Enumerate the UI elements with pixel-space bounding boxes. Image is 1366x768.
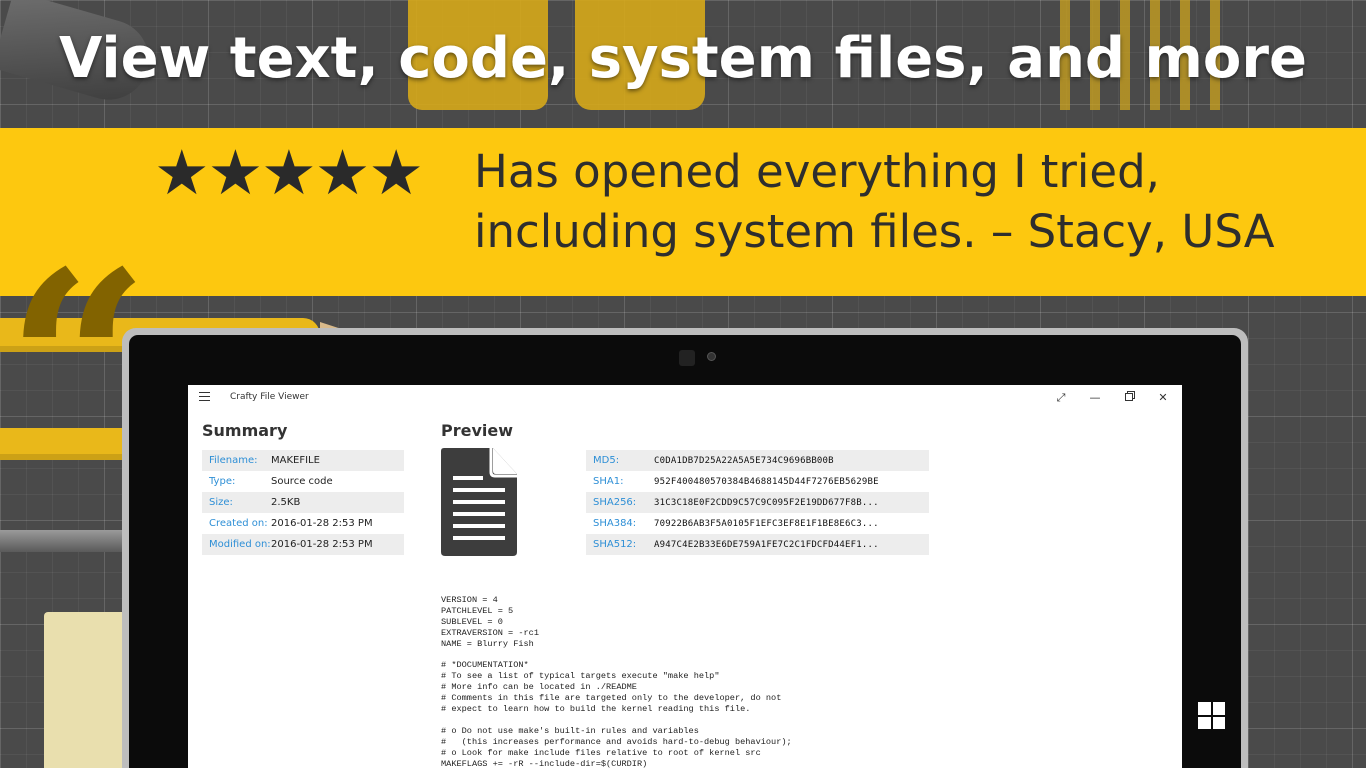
hash-value[interactable]: 952F400480570384B4688145D44F7276EB5629BE — [654, 477, 879, 487]
hash-row: SHA512: A947C4E2B33E6DE759A1FE7C2C1FDCFD… — [586, 534, 929, 555]
summary-row: Modified on: 2016-01-28 2:53 PM — [202, 534, 404, 555]
hash-key: MD5: — [593, 455, 620, 466]
hash-value[interactable]: 70922B6AB3F5A0105F1EFC3EF8E1F1BE8E6C3... — [654, 519, 879, 529]
summary-key: Size: — [209, 497, 233, 508]
code-line: SUBLEVEL = 0 — [441, 616, 503, 627]
code-line: # (this increases performance and avoids… — [441, 736, 792, 747]
summary-row: Created on: 2016-01-28 2:53 PM — [202, 513, 404, 534]
pen-decoration — [0, 530, 130, 552]
sensor-icon — [707, 352, 716, 361]
code-line: EXTRAVERSION = -rc1 — [441, 627, 539, 638]
hash-row: SHA256: 31C3C18E0F2CDD9C57C9C095F2E19DD6… — [586, 492, 929, 513]
restore-button[interactable] — [1119, 389, 1139, 407]
hash-row: MD5: C0DA1DB7D25A22A5A5E734C9696BB00B — [586, 450, 929, 471]
summary-row: Size: 2.5KB — [202, 492, 404, 513]
hash-row: SHA1: 952F400480570384B4688145D44F7276EB… — [586, 471, 929, 492]
review-quote: Has opened everything I tried, including… — [474, 145, 1275, 258]
camera-icon — [679, 350, 695, 366]
code-line: PATCHLEVEL = 5 — [441, 605, 514, 616]
app-window: Crafty File Viewer ⤢ — ✕ Summary Preview… — [188, 385, 1182, 768]
hash-table: MD5: C0DA1DB7D25A22A5A5E734C9696BB00B SH… — [586, 450, 929, 555]
code-line: # expect to learn how to build the kerne… — [441, 704, 751, 715]
summary-key: Created on: — [209, 518, 268, 529]
headline: View text, code, system files, and more — [59, 26, 1307, 91]
summary-heading: Summary — [202, 421, 288, 440]
code-line: # o Do not use make's built-in rules and… — [441, 725, 699, 736]
close-button[interactable]: ✕ — [1153, 389, 1173, 407]
summary-value: 2.5KB — [271, 497, 301, 508]
hash-value[interactable]: 31C3C18E0F2CDD9C57C9C095F2E19DD677F8B... — [654, 498, 879, 508]
review-banner: “ ★★★★★ Has opened everything I tried, i… — [0, 128, 1366, 488]
code-line: # More info can be located in ./README — [441, 682, 637, 693]
windows-logo-icon — [1198, 702, 1225, 729]
hash-value[interactable]: A947C4E2B33E6DE759A1FE7C2C1FDCFD44EF1... — [654, 540, 879, 550]
code-line: MAKEFLAGS += -rR --include-dir=$(CURDIR) — [441, 758, 648, 768]
hash-row: SHA384: 70922B6AB3F5A0105F1EFC3EF8E1F1BE… — [586, 513, 929, 534]
summary-row: Type: Source code — [202, 471, 404, 492]
hamburger-menu-icon[interactable] — [199, 392, 210, 401]
code-line: NAME = Blurry Fish — [441, 638, 534, 649]
summary-key: Filename: — [209, 455, 258, 466]
code-line: VERSION = 4 — [441, 595, 498, 605]
title-bar: Crafty File Viewer ⤢ — ✕ — [188, 385, 1182, 411]
summary-value: 2016-01-28 2:53 PM — [271, 518, 373, 529]
summary-row: Filename: MAKEFILE — [202, 450, 404, 471]
code-line: # Comments in this file are targeted onl… — [441, 693, 782, 704]
preview-heading: Preview — [441, 421, 514, 440]
minimize-button[interactable]: — — [1085, 389, 1105, 407]
fullscreen-button[interactable]: ⤢ — [1051, 389, 1071, 407]
app-title: Crafty File Viewer — [230, 392, 309, 402]
code-line: # To see a list of typical targets execu… — [441, 671, 720, 682]
summary-value: 2016-01-28 2:53 PM — [271, 539, 373, 550]
summary-value: Source code — [271, 476, 333, 487]
summary-key: Modified on: — [209, 539, 271, 550]
hash-key: SHA384: — [593, 518, 637, 529]
document-file-icon — [441, 448, 517, 556]
summary-table: Filename: MAKEFILE Type: Source code Siz… — [202, 450, 404, 555]
restore-icon — [1125, 393, 1133, 401]
hash-value[interactable]: C0DA1DB7D25A22A5A5E734C9696BB00B — [654, 456, 834, 466]
summary-key: Type: — [209, 476, 236, 487]
code-line: # o Look for make include files relative… — [441, 747, 761, 758]
code-preview[interactable]: VERSION = 4 PATCHLEVEL = 5 SUBLEVEL = 0 EXT… — [441, 595, 1141, 768]
code-line: # *DOCUMENTATION* — [441, 660, 529, 671]
sticky-pad-decoration — [44, 612, 134, 768]
hash-key: SHA256: — [593, 497, 637, 508]
five-star-rating: ★★★★★ — [154, 136, 424, 209]
summary-value: MAKEFILE — [271, 455, 320, 466]
hash-key: SHA1: — [593, 476, 624, 487]
hash-key: SHA512: — [593, 539, 637, 550]
